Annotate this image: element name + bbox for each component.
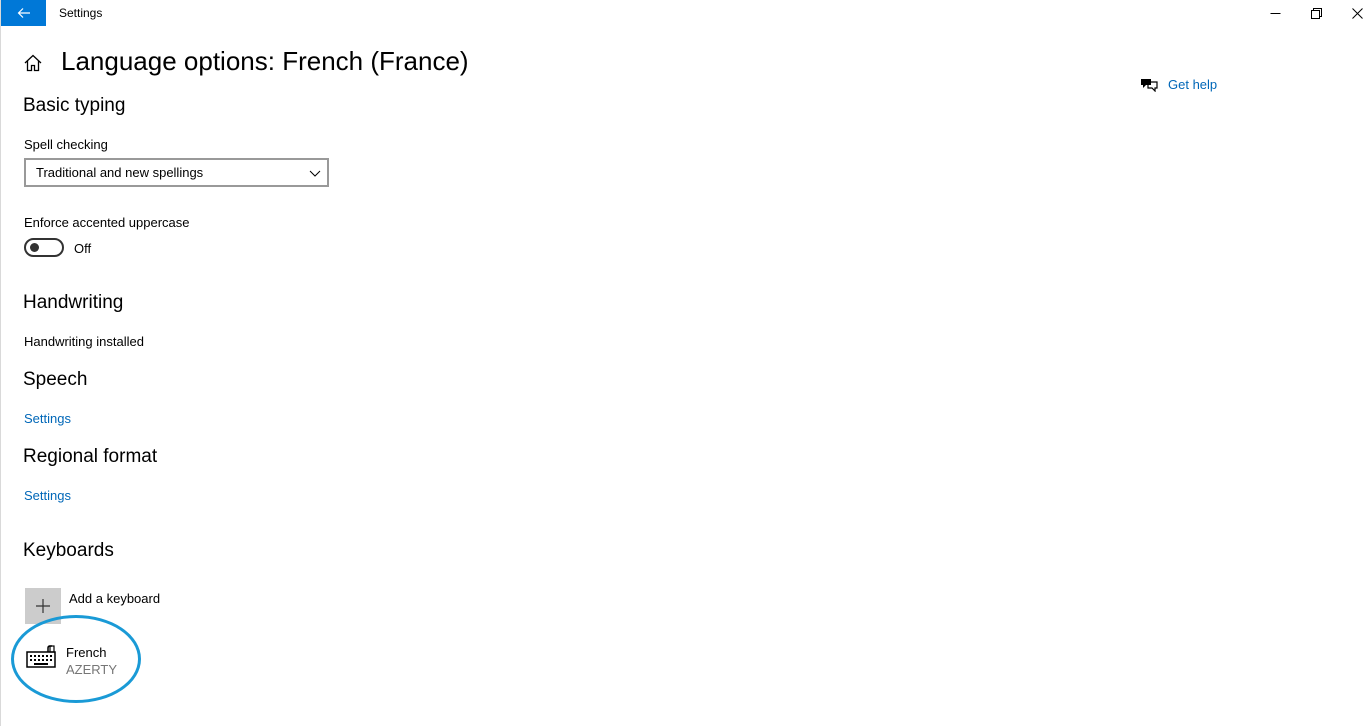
spell-checking-label: Spell checking <box>24 137 108 152</box>
add-keyboard-button[interactable] <box>25 588 61 624</box>
add-keyboard-label[interactable]: Add a keyboard <box>69 591 160 606</box>
page-title: Language options: French (France) <box>61 46 469 76</box>
keyboard-layout: AZERTY <box>66 662 118 677</box>
speech-heading: Speech <box>23 369 88 390</box>
basic-typing-heading: Basic typing <box>23 95 126 116</box>
minimize-icon <box>1270 12 1280 14</box>
restore-icon <box>1310 7 1322 19</box>
back-button[interactable] <box>1 0 46 26</box>
get-help-link[interactable]: Get help <box>1168 77 1217 92</box>
toggle-state-label: Off <box>74 241 92 256</box>
settings-window: Settings Language options: French (Franc… <box>0 0 1367 726</box>
minimize-button[interactable] <box>1255 0 1295 26</box>
help-chat-icon <box>1141 79 1158 92</box>
close-button[interactable] <box>1337 0 1367 26</box>
keyboard-icon <box>26 645 56 668</box>
app-title: Settings <box>59 6 103 20</box>
plus-icon <box>36 599 50 613</box>
close-icon <box>1351 7 1363 19</box>
keyboard-name: French <box>66 645 107 660</box>
spell-checking-dropdown[interactable]: Traditional and new spellings <box>24 158 329 187</box>
spell-checking-value: Traditional and new spellings <box>36 165 204 180</box>
enforce-accented-toggle[interactable] <box>24 238 64 257</box>
regional-format-settings-link[interactable]: Settings <box>24 488 71 503</box>
regional-format-heading: Regional format <box>23 446 158 467</box>
chevron-down-icon <box>309 170 321 177</box>
get-help[interactable]: Get help <box>1140 76 1217 92</box>
handwriting-status: Handwriting installed <box>24 334 144 349</box>
speech-settings-link[interactable]: Settings <box>24 411 71 426</box>
toggle-knob <box>30 243 39 252</box>
back-arrow-icon <box>17 8 30 18</box>
enforce-accented-label: Enforce accented uppercase <box>24 215 190 230</box>
keyboards-heading: Keyboards <box>23 540 114 561</box>
handwriting-heading: Handwriting <box>23 292 124 313</box>
title-bar: Settings <box>1 0 1367 26</box>
home-icon[interactable] <box>23 53 43 73</box>
restore-button[interactable] <box>1296 0 1336 26</box>
